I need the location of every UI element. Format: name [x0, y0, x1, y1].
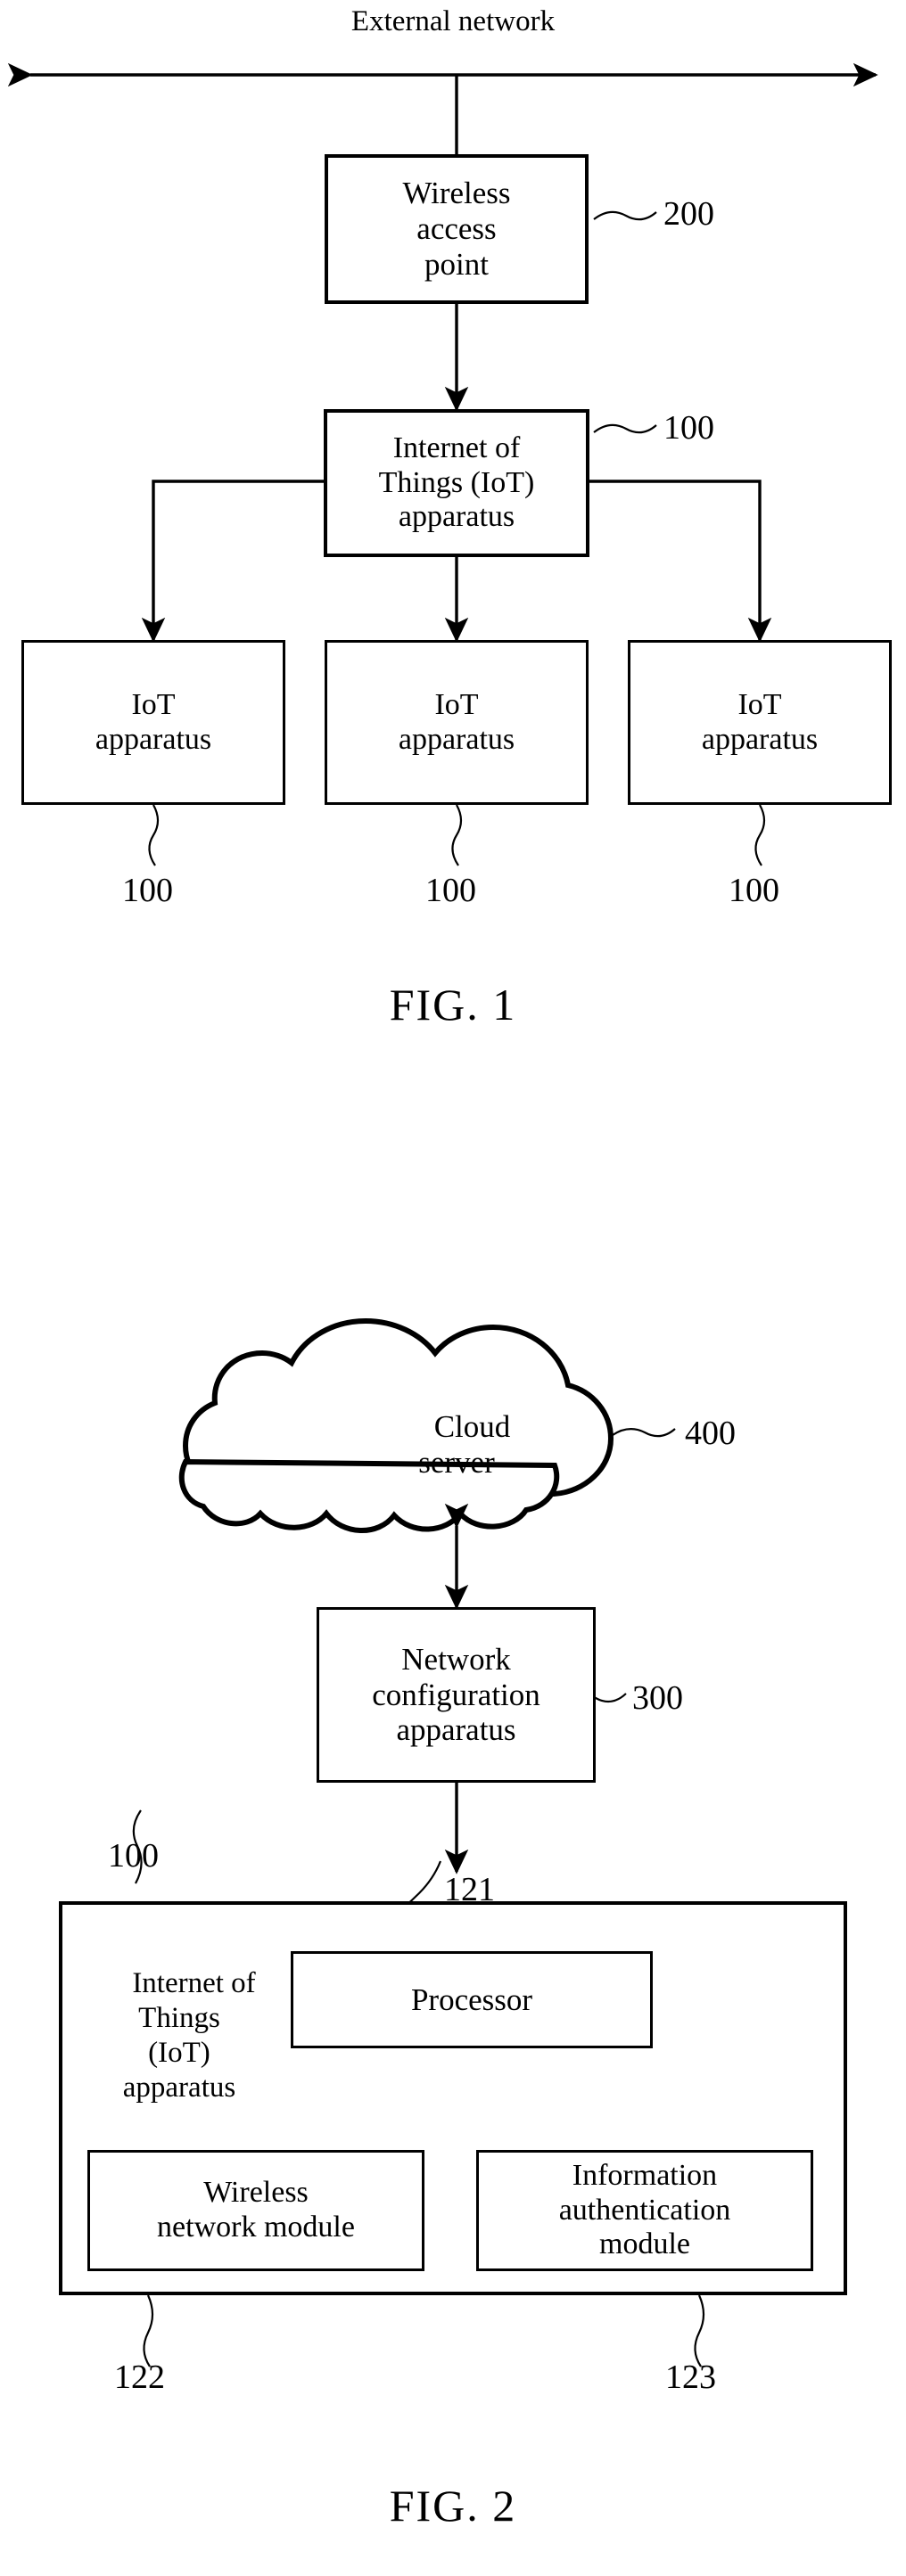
wireless-access-point-label: Wireless access point — [402, 176, 511, 282]
patent-drawing-sheet: IoT main (double arrow) --> — [0, 0, 906, 2576]
ref-100-left: 100 — [122, 872, 173, 909]
iot-main-apparatus-label: Internet of Things (IoT) apparatus — [378, 431, 535, 534]
ref-300: 300 — [632, 1679, 683, 1717]
wireless-access-point-box: Wireless access point — [325, 154, 589, 304]
figure-2-caption: FIG. 2 — [389, 2481, 517, 2531]
cloud-server-text: Cloud server — [418, 1408, 511, 1481]
iot-apparatus-left-label: IoT apparatus — [95, 687, 212, 756]
ref-200: 200 — [663, 195, 714, 233]
wireless-network-module-box: Wireless network module — [87, 2150, 424, 2271]
leader-200 — [593, 210, 657, 221]
external-network-label: External network — [350, 5, 556, 37]
ref-100-main: 100 — [663, 409, 714, 447]
leader-100-left — [148, 804, 160, 866]
ref-100-right: 100 — [729, 872, 779, 909]
leader-100-main — [593, 423, 657, 434]
processor-box: Processor — [291, 1951, 653, 2048]
iot-apparatus-right-label: IoT apparatus — [701, 687, 819, 756]
network-configuration-apparatus-label: Network configuration apparatus — [372, 1641, 540, 1748]
information-authentication-module-label: Information authentication module — [558, 2158, 731, 2261]
leader-100-center — [451, 804, 463, 866]
figure-1-caption: FIG. 1 — [389, 980, 517, 1030]
ref-123: 123 — [665, 2359, 716, 2396]
iot-apparatus-container-text: Internet of Things (IoT) apparatus — [122, 1966, 256, 2104]
ref-100-center: 100 — [425, 872, 476, 909]
iot-main-apparatus-box: Internet of Things (IoT) apparatus — [324, 409, 589, 557]
ref-400: 400 — [685, 1415, 736, 1452]
leader-100-right — [754, 804, 766, 866]
information-authentication-module-box: Information authentication module — [476, 2150, 813, 2271]
iot-apparatus-container-label: Internet of Things (IoT) apparatus — [78, 1932, 280, 2140]
wireless-network-module-label: Wireless network module — [157, 2176, 355, 2244]
cloud-server-label: Cloud server — [260, 1373, 653, 1517]
iot-apparatus-left-box: IoT apparatus — [21, 640, 285, 805]
iot-apparatus-center-label: IoT apparatus — [398, 687, 515, 756]
ref-122: 122 — [114, 2359, 165, 2396]
iot-main-to-iot-left-link — [141, 469, 347, 643]
leader-122 — [143, 2294, 154, 2367]
processor-label: Processor — [410, 1981, 533, 2017]
leader-123 — [694, 2294, 705, 2367]
iot-apparatus-center-box: IoT apparatus — [325, 640, 589, 805]
iot-apparatus-right-box: IoT apparatus — [628, 640, 892, 805]
ref-100-fig2: 100 — [108, 1837, 159, 1875]
network-configuration-apparatus-box: Network configuration apparatus — [317, 1607, 596, 1783]
iot-main-to-iot-right-link — [566, 469, 772, 643]
